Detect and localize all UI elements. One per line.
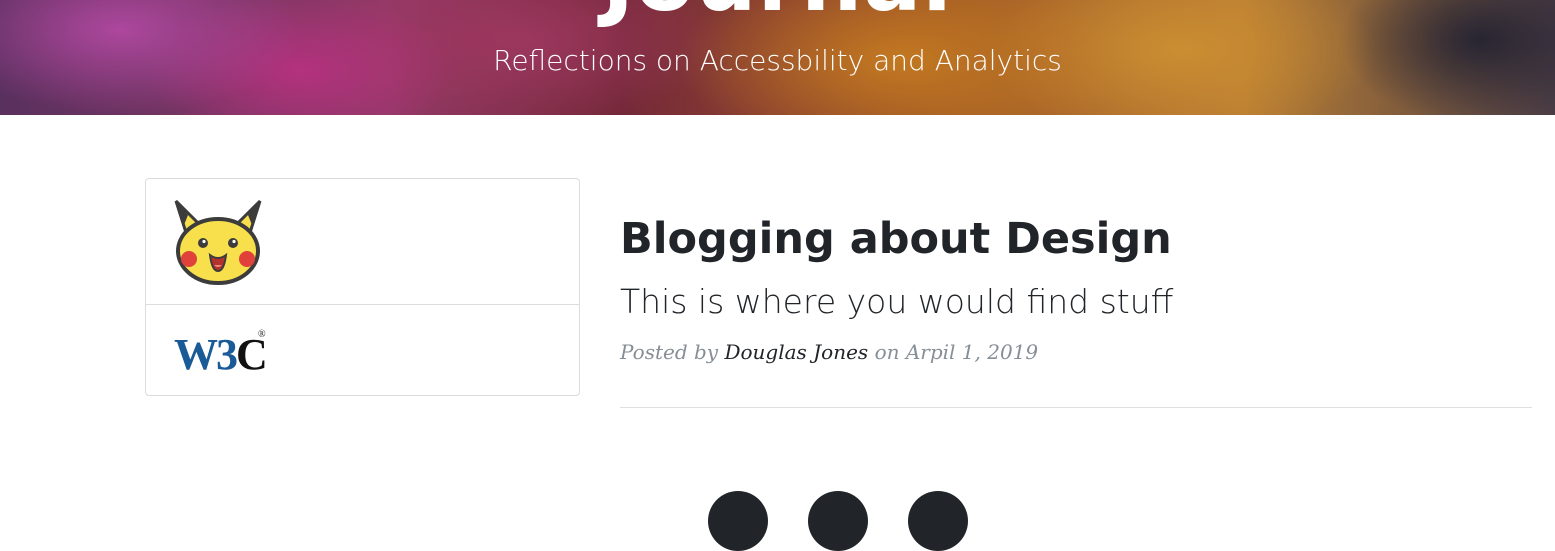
masthead: Journal Reflections on Accessbility and … — [0, 0, 1555, 115]
post-title[interactable]: Blogging about Design — [620, 215, 1172, 263]
pikachu-icon — [170, 195, 266, 292]
post-author[interactable]: Douglas Jones — [724, 340, 868, 364]
post-meta: Posted by Douglas Jones on Arpil 1, 2019 — [620, 340, 1038, 364]
meta-prefix: Posted by — [620, 340, 719, 364]
post-date: on Arpil 1, 2019 — [874, 340, 1039, 364]
post-divider — [620, 407, 1532, 408]
site-title[interactable]: Journal — [0, 0, 1555, 24]
social-icon-2[interactable] — [808, 491, 868, 551]
social-icon-1[interactable] — [708, 491, 768, 551]
logo-row-pikachu[interactable] — [146, 179, 579, 305]
w3c-logo: W3C ® — [174, 329, 268, 379]
site-subtitle: Reflections on Accessbility and Analytic… — [493, 44, 1062, 77]
logo-card: W3C ® — [145, 178, 580, 396]
logo-row-w3c[interactable]: W3C ® — [146, 305, 579, 397]
social-icon-3[interactable] — [908, 491, 968, 551]
post-subtitle[interactable]: This is where you would find stuff — [620, 282, 1173, 322]
